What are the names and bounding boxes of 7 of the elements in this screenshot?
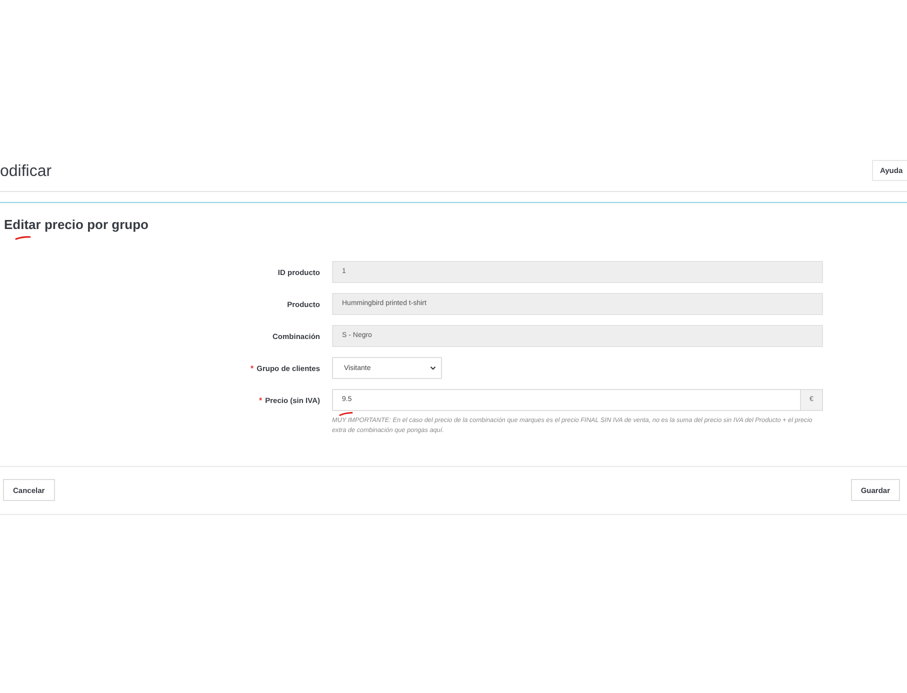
pen-scribble-icon [339,412,353,416]
page-title: odificar [0,162,52,182]
card-title: Editar precio por grupo [4,217,148,232]
pen-scribble-icon [15,236,31,240]
required-mark: * [250,364,254,372]
chevron-down-icon [430,366,436,370]
required-mark: * [259,396,262,404]
